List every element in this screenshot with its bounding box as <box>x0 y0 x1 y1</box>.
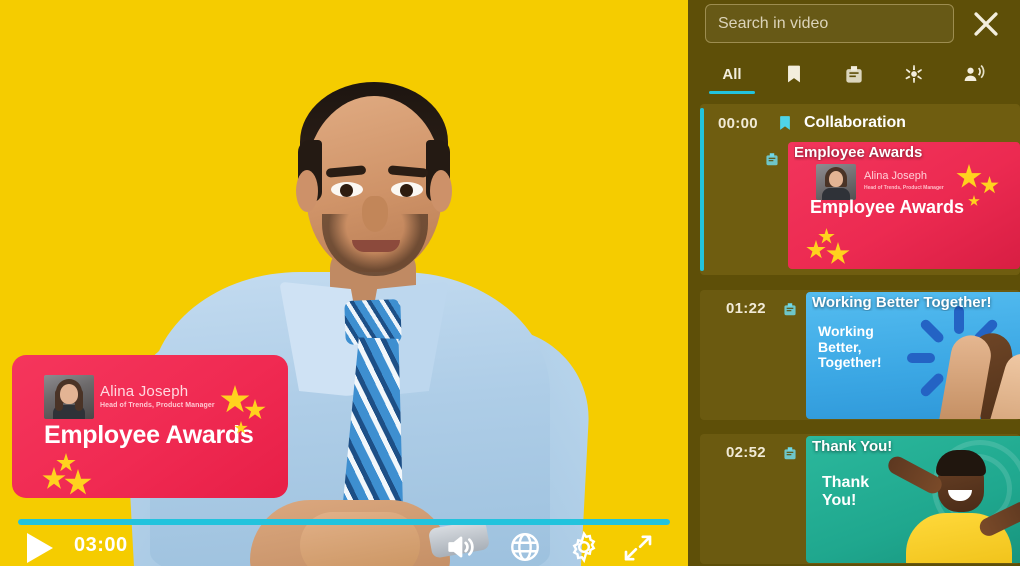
presenter-name: Alina Joseph <box>100 383 189 400</box>
eye-left <box>331 182 363 197</box>
tab-all[interactable]: All <box>700 56 764 94</box>
tab-bookmarks[interactable] <box>764 56 824 92</box>
slide-title: Employee Awards <box>44 421 254 449</box>
star-icon <box>968 195 980 206</box>
chapter-item[interactable]: 01:22 Working Better Together! Working B… <box>700 290 1020 420</box>
thumbnail-text: Thank You! <box>822 474 870 509</box>
sidebar-tabs: All <box>688 56 1020 96</box>
ear-left <box>296 170 318 212</box>
thumbnail-avatar <box>816 164 856 200</box>
slide-thumbnail[interactable]: Employee Awards Alina Joseph Head of Tre… <box>788 142 1020 269</box>
tab-speakers[interactable] <box>944 56 1004 92</box>
tab-slides[interactable] <box>824 56 884 92</box>
eye-right <box>391 182 423 197</box>
fullscreen-icon[interactable] <box>622 532 654 564</box>
slide-row[interactable]: 02:52 Thank You! Thank You! <box>700 434 1020 563</box>
slide-overlay-title: Thank You! <box>812 438 893 455</box>
chapter-timestamp: 01:22 <box>726 300 766 317</box>
settings-gear-icon[interactable] <box>567 530 601 564</box>
tab-active-indicator <box>709 91 755 94</box>
slide-row[interactable]: Employee Awards Alina Joseph Head of Tre… <box>700 142 1020 269</box>
star-icon <box>64 469 92 495</box>
chapter-list[interactable]: 00:00 Collaboration Employee Awards Alin… <box>688 104 1020 566</box>
lower-third-card: Alina Joseph Head of Trends, Product Man… <box>12 355 288 498</box>
sparkle-icon <box>905 65 923 83</box>
video-stage[interactable]: Alina Joseph Head of Trends, Product Man… <box>0 0 688 566</box>
bookmark-icon <box>776 113 794 133</box>
bookmark-icon <box>788 65 800 83</box>
slide-row[interactable]: 01:22 Working Better Together! Working B… <box>700 290 1020 419</box>
chapter-timestamp: 00:00 <box>718 114 758 132</box>
slide-icon <box>782 444 798 462</box>
slide-icon <box>764 150 780 168</box>
star-icon <box>826 242 850 264</box>
video-player-page: Alina Joseph Head of Trends, Product Man… <box>0 0 1020 566</box>
thumbnail-title: Employee Awards <box>810 197 965 217</box>
slide-overlay-title: Employee Awards <box>794 144 923 161</box>
star-icon <box>56 453 76 472</box>
star-icon <box>980 176 999 194</box>
slide-icon <box>846 66 862 83</box>
slide-thumbnail[interactable]: Working Better Together! Working Better,… <box>806 292 1020 419</box>
presenter-role: Head of Trends, Product Manager <box>100 402 215 409</box>
star-icon <box>244 399 266 420</box>
person-arm <box>885 453 945 497</box>
time-display: 03:00 <box>74 534 128 556</box>
play-button[interactable] <box>27 533 53 563</box>
globe-icon[interactable] <box>508 530 542 564</box>
player-controls: 03:00 <box>0 528 688 566</box>
thumbnail-role: Head of Trends, Product Manager <box>864 185 944 191</box>
sidebar-header: All <box>688 0 1020 100</box>
thumbnail-name: Alina Joseph <box>864 170 927 182</box>
search-input[interactable] <box>705 4 954 43</box>
chapter-item[interactable]: 00:00 Collaboration Employee Awards Alin… <box>700 104 1020 275</box>
star-icon <box>220 385 250 413</box>
progress-bar-track[interactable] <box>18 519 670 525</box>
star-icon <box>956 164 982 188</box>
thumbnail-text: Working Better, Together! <box>818 323 882 371</box>
chapter-header[interactable]: 00:00 Collaboration <box>700 104 1020 142</box>
mouth <box>352 240 400 252</box>
volume-icon[interactable] <box>444 530 478 564</box>
speaker-icon <box>964 64 985 81</box>
star-icon <box>806 240 826 259</box>
presenter-avatar <box>44 375 94 419</box>
tab-all-label: All <box>722 65 742 83</box>
slide-thumbnail[interactable]: Thank You! Thank You! <box>806 436 1020 563</box>
progress-bar-fill <box>18 519 670 525</box>
slide-overlay-title: Working Better Together! <box>812 294 992 311</box>
chapter-title: Collaboration <box>804 114 906 131</box>
star-icon <box>818 228 835 244</box>
slide-icon <box>782 300 798 318</box>
video-chapters-sidebar: All <box>688 0 1020 566</box>
ear-right <box>430 170 452 212</box>
star-icon <box>42 467 66 489</box>
chapter-item[interactable]: 02:52 Thank You! Thank You! <box>700 434 1020 564</box>
chapter-timestamp: 02:52 <box>726 444 766 461</box>
close-icon[interactable] <box>969 7 1003 41</box>
tab-highlights[interactable] <box>884 56 944 92</box>
